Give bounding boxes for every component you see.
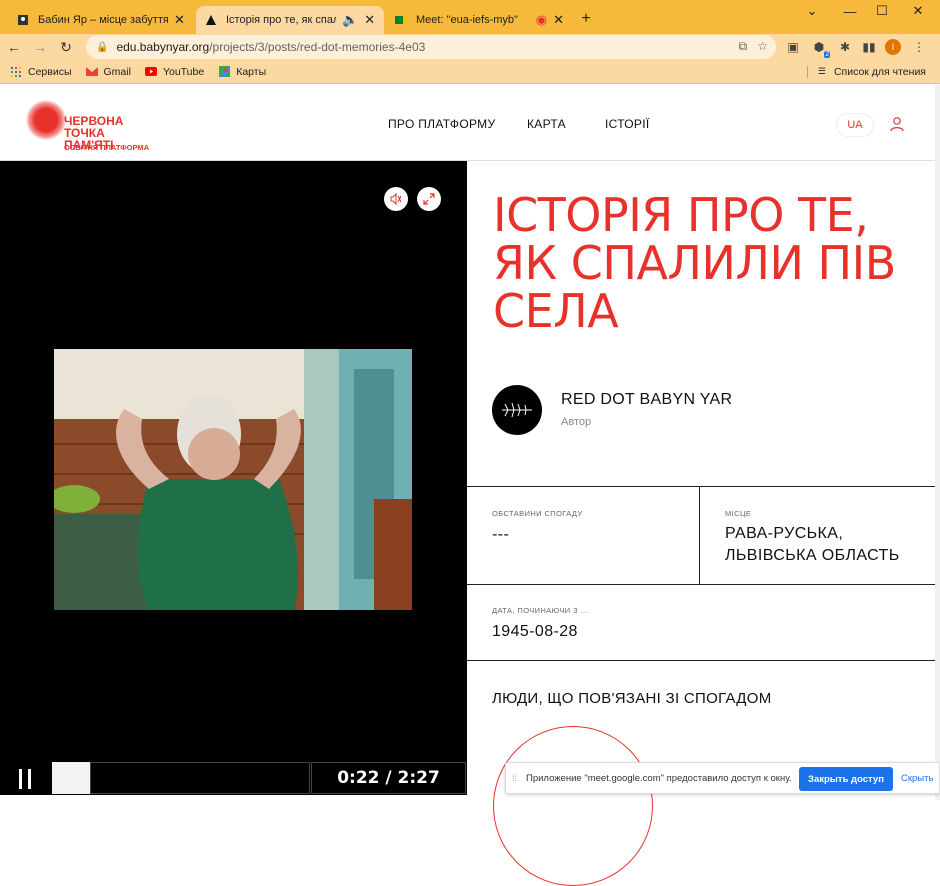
circumstances-label: ОБСТАВИНИ СПОГАДУ [492, 509, 583, 518]
video-controls: 0:22 / 2:27 [0, 761, 467, 795]
bookmark-star-icon[interactable]: ☆ [757, 39, 768, 54]
sidebar-icon[interactable]: ▮▮ [858, 35, 880, 59]
bookmark-services[interactable]: Сервисы [10, 66, 72, 78]
close-icon[interactable]: ✕ [364, 12, 375, 28]
close-icon[interactable]: ✕ [174, 12, 185, 28]
logo-line-1: ЧЕРВОНА ТОЧКА [64, 114, 124, 140]
divider [699, 486, 700, 584]
profile-avatar[interactable]: I [882, 35, 904, 59]
gmail-icon [85, 66, 98, 78]
infobar-message: Приложение "meet.google.com" предоставил… [526, 773, 792, 784]
menu-icon[interactable]: ⋮ [908, 35, 930, 59]
mute-icon[interactable] [384, 187, 408, 211]
bookmark-label: Сервисы [28, 65, 72, 78]
new-tab-button[interactable]: + [574, 6, 598, 32]
maps-icon [218, 66, 230, 78]
story-details: ІСТОРІЯ ПРО ТЕ, ЯК СПАЛИЛИ ПІВ СЕЛА RED … [467, 161, 935, 886]
reading-list-icon: ☰ [817, 66, 826, 76]
address-bar[interactable]: 🔒 edu.babynyar.org/projects/3/posts/red-… [86, 35, 776, 59]
tab-title: Історія про те, як спалили пів села [226, 14, 336, 26]
logo-subtitle: ОСВІТНЯ ПЛАТФОРМА [64, 143, 150, 152]
people-heading: ЛЮДИ, ЩО ПОВ'ЯЗАНІ ЗІ СПОГАДОМ [492, 690, 772, 707]
progress-track[interactable] [90, 762, 310, 794]
tab-title: Meet: "eua-iefs-myb" [416, 14, 518, 26]
apps-grid-icon [10, 66, 22, 78]
fullscreen-icon[interactable] [417, 187, 441, 211]
tab-meet[interactable]: Meet: "eua-iefs-myb" ◉ ✕ [386, 6, 572, 34]
author-name[interactable]: RED DOT BABYN YAR [561, 391, 732, 409]
progress-fill [52, 762, 91, 794]
reload-button[interactable]: ↻ [54, 35, 78, 59]
video-player[interactable] [0, 161, 467, 761]
extension-badge: 2 [824, 51, 831, 58]
divider [467, 660, 935, 661]
page-scrollbar[interactable] [935, 85, 940, 800]
back-button[interactable]: ← [2, 35, 26, 59]
video-frame [54, 349, 412, 610]
reading-list-label: Список для чтения [833, 65, 926, 78]
video-time: 0:22 / 2:27 [311, 762, 466, 794]
place-value: РАВА-РУСЬКА, ЛЬВІВСЬКА ОБЛАСТЬ [725, 525, 900, 564]
screen-share-infobar: ⁞⁞ Приложение "meet.google.com" предоста… [505, 762, 940, 794]
divider [467, 584, 935, 585]
extension-icon[interactable]: ▣ [782, 35, 804, 59]
speaker-icon[interactable]: 🔈 [342, 12, 358, 28]
person-card-circle[interactable] [493, 726, 653, 886]
close-icon[interactable]: ✕ [553, 12, 564, 28]
browser-toolbar: ← → ↻ 🔒 edu.babynyar.org/projects/3/post… [0, 34, 940, 60]
browser-tab-strip: Бабин Яр – місце забуття і місця пам'яті… [0, 0, 940, 34]
lock-icon: 🔒 [96, 41, 109, 53]
bookmark-youtube[interactable]: YouTube [144, 65, 205, 78]
recording-icon: ◉ [535, 12, 548, 27]
bookmark-label: Gmail [103, 65, 131, 78]
nav-map[interactable]: КАРТА [527, 117, 566, 131]
hide-button[interactable]: Скрыть [901, 773, 933, 784]
nav-about[interactable]: ПРО ПЛАТФОРМУ [388, 117, 495, 131]
author-role: Автор [561, 416, 592, 428]
circumstances-value: --- [492, 526, 510, 543]
date-label: ДАТА, ПОЧИНАЮЧИ З ... [492, 606, 588, 615]
reading-list-button[interactable]: ☰ Список для чтения [806, 65, 926, 78]
divider [467, 486, 935, 487]
extension-badge-icon[interactable]: ⬢ 2 [808, 35, 831, 59]
triangle-icon [204, 13, 218, 27]
tab-search-icon[interactable]: ⌄ [794, 0, 830, 22]
tab-story[interactable]: Історія про те, як спалили пів села 🔈 ✕ [196, 6, 384, 34]
red-dot-logo-icon[interactable] [26, 100, 66, 140]
youtube-icon [144, 66, 157, 78]
language-switch[interactable]: UA [836, 113, 874, 137]
url-host: edu.babynyar.org [116, 40, 210, 54]
place-label: МІСЦЕ [725, 509, 752, 518]
profile-initial: I [885, 39, 901, 55]
maximize-button[interactable]: ☐ [864, 0, 900, 22]
bookmarks-bar: Сервисы Gmail YouTube Карты ☰ Список для… [0, 60, 940, 84]
stop-sharing-button[interactable]: Закрыть доступ [799, 767, 893, 791]
bookmark-gmail[interactable]: Gmail [85, 65, 131, 78]
url-path: /projects/3/posts/red-dot-memories-4e03 [209, 40, 426, 54]
drag-handle-icon[interactable]: ⁞⁞ [512, 773, 517, 783]
bookmark-label: YouTube [162, 65, 205, 78]
puzzle-icon[interactable]: ✱ [834, 35, 856, 59]
meet-icon [394, 13, 408, 27]
tab-title: Бабин Яр – місце забуття і місця пам'яті [38, 14, 168, 26]
tab-babyn-yar[interactable]: Бабин Яр – місце забуття і місця пам'яті… [8, 6, 194, 34]
pause-button[interactable] [14, 769, 36, 789]
bookmark-label: Карты [236, 65, 267, 78]
translate-icon[interactable]: ⧉ [739, 39, 748, 54]
below-video-strip [0, 795, 467, 800]
site-header: ЧЕРВОНА ТОЧКА ПАМ'ЯТІ ОСВІТНЯ ПЛАТФОРМА … [0, 85, 935, 161]
page-icon [16, 13, 30, 27]
story-title: ІСТОРІЯ ПРО ТЕ, ЯК СПАЛИЛИ ПІВ СЕЛА [493, 188, 896, 338]
user-icon[interactable] [886, 113, 908, 135]
nav-stories[interactable]: ІСТОРІЇ [605, 117, 650, 131]
window-close-button[interactable]: ✕ [900, 0, 936, 22]
bookmark-maps[interactable]: Карты [218, 66, 266, 78]
date-value: 1945-08-28 [492, 623, 578, 640]
author-avatar[interactable] [492, 385, 542, 435]
minimize-button[interactable]: — [832, 0, 868, 22]
forward-button[interactable]: → [28, 35, 52, 59]
